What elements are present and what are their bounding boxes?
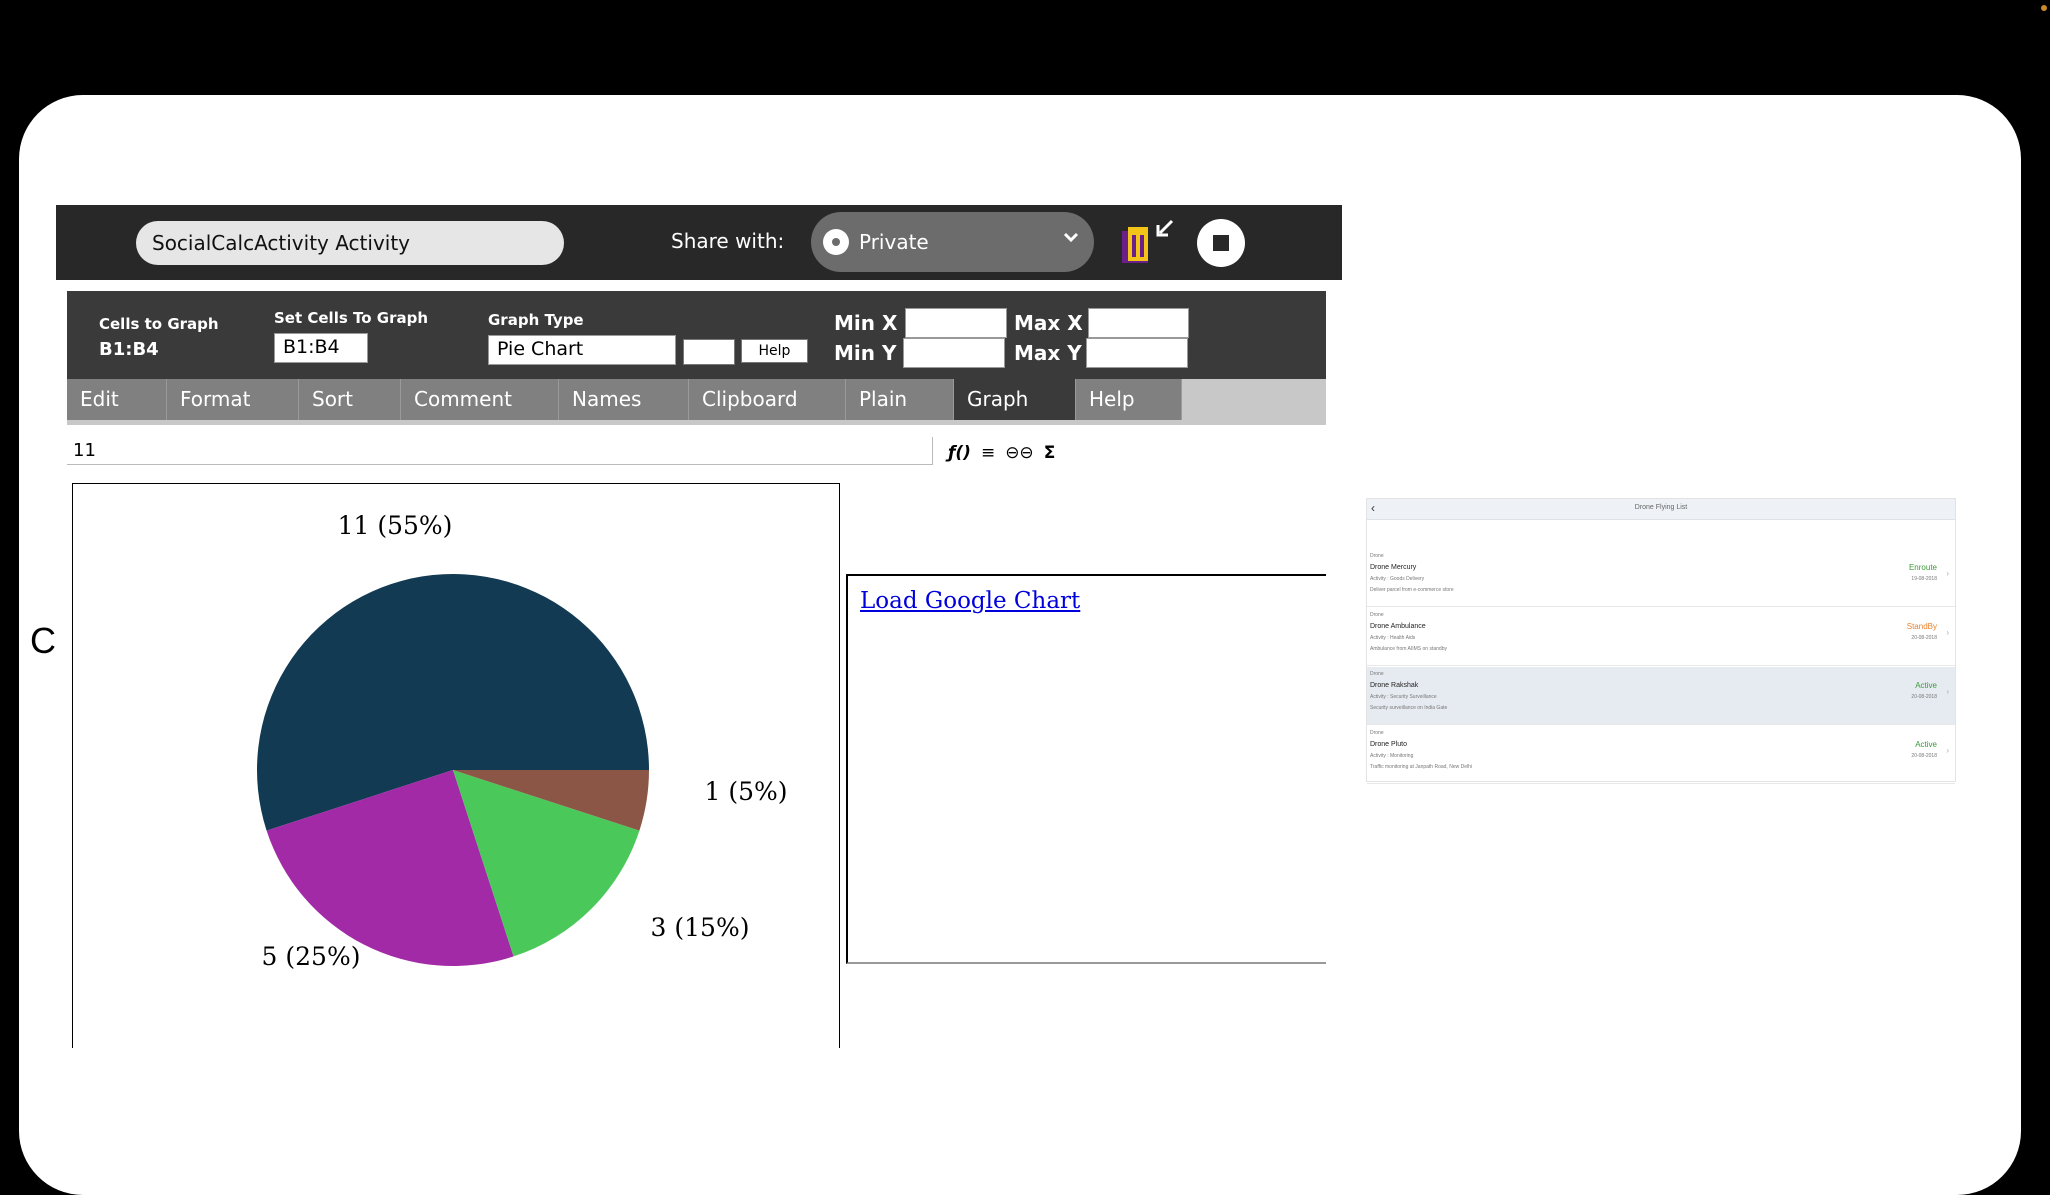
drone-name: Drone Mercury [1370,564,1417,571]
load-google-chart-link[interactable]: Load Google Chart [860,588,1080,614]
pie-slice-label: 11 (55%) [338,511,453,540]
max-y-label: Max Y [1014,341,1082,365]
drone-description: Ambulance from AIIMS on standby [1370,646,1447,652]
drone-name: Drone Ambulance [1370,623,1426,630]
activity-toolbar: SocialCalcActivity Activity Share with: … [56,205,1342,280]
drone-category: Drone [1370,553,1384,559]
min-y-input[interactable] [903,338,1005,368]
google-chart-frame: Load Google Chart [846,574,1326,964]
chevron-right-icon: › [1946,569,1949,578]
graph-toolbar: Cells to Graph B1:B4 Set Cells To Graph … [67,291,1326,379]
drone-activity: Activity : Health Aids [1370,635,1416,641]
cells-to-graph-label: Cells to Graph [99,315,219,333]
min-x-input[interactable] [905,308,1007,338]
drone-status: Active [1915,740,1937,749]
drone-description: Security surveillance on India Gate [1370,705,1448,711]
drone-date: 20-08-2018 [1911,635,1937,641]
private-icon [823,229,849,255]
drone-date: 19-08-2018 [1911,576,1937,582]
chevron-right-icon: › [1946,746,1949,755]
share-label: Share with: [671,229,785,253]
chevron-right-icon: › [1946,628,1949,637]
link-icon[interactable]: ⊖⊖ [1005,443,1034,463]
formula-input[interactable]: 11 [67,437,933,465]
help-button[interactable]: Help [741,339,808,363]
drone-list-item[interactable]: Drone Drone Ambulance Activity : Health Ai… [1367,608,1955,666]
tab-format[interactable]: Format [167,379,299,420]
stop-icon[interactable] [1196,218,1246,268]
max-y-input[interactable] [1086,338,1188,368]
align-icon[interactable]: ≡ [981,443,995,463]
function-icon[interactable]: ƒ() [948,443,971,463]
drone-date: 20-08-2018 [1911,694,1937,700]
drone-description: Deliver parcel from e-commerce store [1370,587,1454,593]
drone-category: Drone [1370,730,1384,736]
drone-date: 20-08-2018 [1911,753,1937,759]
status-dot [2041,5,2047,11]
drone-category: Drone [1370,612,1384,618]
drone-list-item[interactable]: Drone Drone Rakshak Activity : Security Su… [1367,667,1955,725]
pie-slice-label: 5 (25%) [262,942,361,971]
pie-slice-label: 1 (5%) [704,777,787,806]
min-y-label: Min Y [834,341,897,365]
tab-comment[interactable]: Comment [401,379,559,420]
color-button[interactable] [683,339,735,365]
tab-sort[interactable]: Sort [299,379,401,420]
min-x-label: Min X [834,311,898,335]
pie-chart: 11 (55%) 5 (25%) 3 (15%) 1 (5%) [257,511,788,971]
formula-icons: ƒ() ≡ ⊖⊖ Σ [948,441,1055,465]
drone-category: Drone [1370,671,1384,677]
share-value: Private [859,230,929,254]
activity-title-input[interactable]: SocialCalcActivity Activity [136,221,564,265]
set-cells-button[interactable]: B1:B4 [274,333,368,363]
tab-bar: Edit Format Sort Comment Names Clipboard… [67,379,1326,425]
drone-list-item[interactable]: Drone Drone Mercury Activity : Goods Deliv… [1367,549,1955,607]
drone-list-item[interactable]: Drone Drone Pluto Activity : Monitoring Tra… [1367,726,1955,784]
keep-journal-icon[interactable] [1116,215,1180,271]
cells-to-graph-value: B1:B4 [99,339,159,360]
drone-status: Active [1915,681,1937,690]
tab-graph[interactable]: Graph [954,379,1076,420]
max-x-label: Max X [1014,311,1083,335]
share-select[interactable]: Private [811,212,1094,272]
pie-slice-label: 3 (15%) [651,913,750,942]
drone-list-header: ‹ Drone Flying List [1367,499,1955,520]
drone-description: Traffic monitoring at Janpath Road, New … [1370,764,1472,770]
drone-status: StandBy [1906,622,1937,631]
drone-name: Drone Pluto [1370,741,1407,748]
row-header: C [30,620,56,661]
pie-chart-frame: 11 (55%) 5 (25%) 3 (15%) 1 (5%) [72,483,840,1048]
graph-type-select[interactable]: Pie Chart [488,335,676,365]
drone-name: Drone Rakshak [1370,682,1419,689]
drone-activity: Activity : Goods Delivery [1370,576,1425,582]
drone-status: Enroute [1908,563,1937,572]
chevron-right-icon: › [1946,687,1949,696]
drone-list-panel: ‹ Drone Flying List Drone Drone Mercury Ac… [1366,498,1956,784]
drone-activity: Activity : Security Surveillance [1370,694,1437,700]
tab-plain[interactable]: Plain [846,379,954,420]
sum-icon[interactable]: Σ [1044,443,1056,463]
tab-edit[interactable]: Edit [67,379,167,420]
drone-list-title: Drone Flying List [1634,504,1688,511]
chevron-down-icon [1063,232,1079,243]
set-cells-label: Set Cells To Graph [274,309,428,327]
tab-help[interactable]: Help [1076,379,1182,420]
tab-names[interactable]: Names [559,379,689,420]
max-x-input[interactable] [1088,308,1189,338]
tab-clipboard[interactable]: Clipboard [689,379,846,420]
drone-activity: Activity : Monitoring [1370,753,1414,759]
graph-type-label: Graph Type [488,311,584,329]
